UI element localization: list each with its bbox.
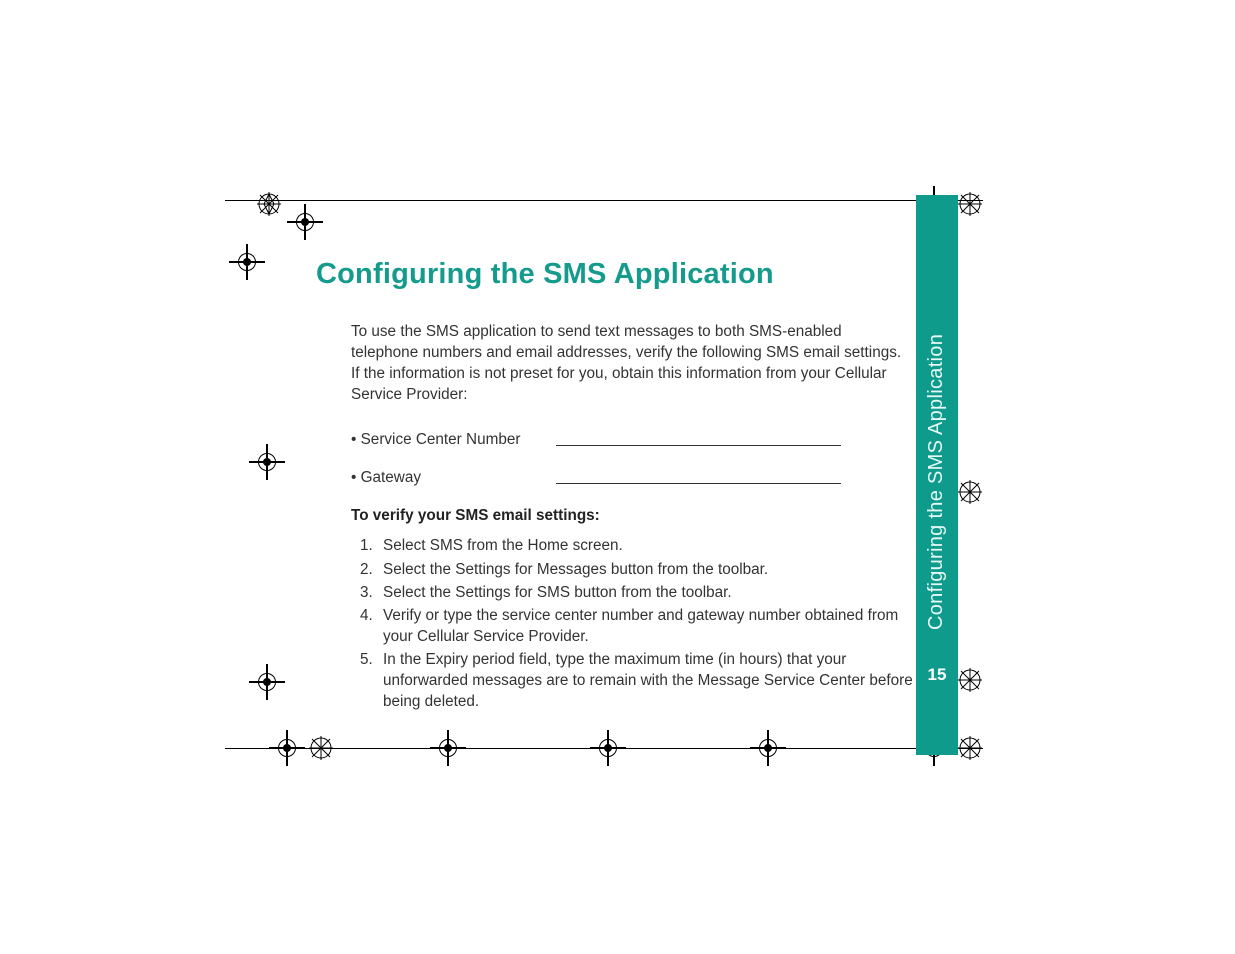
procedure-list: Select SMS from the Home screen. Select … (351, 535, 932, 712)
fill-in-field: • Gateway (351, 469, 906, 487)
registration-star-icon (958, 480, 982, 504)
fill-in-field: • Service Center Number (351, 431, 906, 449)
registration-star-icon (309, 736, 333, 760)
registration-star-icon (257, 192, 281, 216)
registration-mark-icon (235, 250, 259, 274)
registration-star-icon (958, 736, 982, 760)
field-label: • Service Center Number (351, 431, 556, 449)
procedure-heading: To verify your SMS email settings: (351, 507, 896, 525)
page-title: Configuring the SMS Application (316, 258, 896, 291)
list-item: Select the Settings for Messages button … (377, 559, 932, 580)
field-label: • Gateway (351, 469, 556, 487)
registration-mark-icon (255, 450, 279, 474)
list-item: In the Expiry period field, type the max… (377, 649, 932, 712)
registration-mark-icon (436, 736, 460, 760)
registration-mark-icon (756, 736, 780, 760)
blank-line (556, 482, 841, 484)
crop-line-top (225, 200, 983, 201)
list-item: Select SMS from the Home screen. (377, 535, 932, 556)
list-item: Verify or type the service center number… (377, 605, 932, 647)
blank-line (556, 444, 841, 446)
registration-star-icon (958, 668, 982, 692)
registration-mark-icon (255, 670, 279, 694)
registration-mark-icon (293, 210, 317, 234)
manual-page: Configuring the SMS Application 15 Confi… (0, 0, 1235, 954)
page-body: Configuring the SMS Application To use t… (316, 258, 896, 714)
intro-paragraph: To use the SMS application to send text … (351, 321, 906, 405)
registration-mark-icon (275, 736, 299, 760)
registration-mark-icon (596, 736, 620, 760)
registration-star-icon (958, 192, 982, 216)
list-item: Select the Settings for SMS button from … (377, 582, 932, 603)
